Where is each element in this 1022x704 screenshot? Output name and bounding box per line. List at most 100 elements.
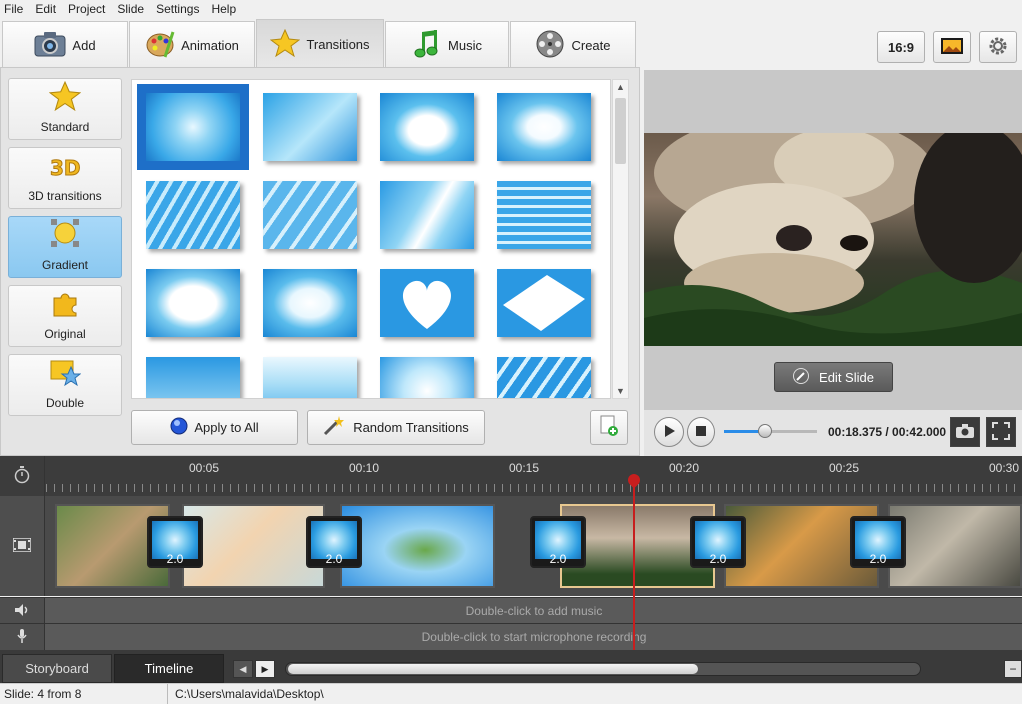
transition-light-beam[interactable] [380,181,474,249]
scroll-right-button[interactable]: ▶ [255,660,275,678]
tab-transitions[interactable]: Transitions [256,19,384,69]
menu-project[interactable]: Project [68,2,105,16]
transition-clouds-bottom[interactable] [146,357,240,398]
add-transition-button[interactable] [590,410,628,445]
ruler-label: 00:20 [669,461,700,475]
tab-create[interactable]: Create [510,21,636,68]
ruler-label: 00:10 [349,461,380,475]
storyboard-tab[interactable]: Storyboard [2,654,112,683]
tab-music-label: Music [448,37,482,53]
transition-marker[interactable]: 2.0 [306,516,362,568]
category-3d[interactable]: 3D 3D transitions [8,147,122,209]
palette-icon [145,30,175,61]
edit-slide-button[interactable]: Edit Slide [774,362,893,392]
category-3d-label: 3D transitions [28,189,102,203]
transition-duration: 2.0 [709,552,727,566]
random-transitions-button[interactable]: Random Transitions [307,410,485,445]
timeline-scroll-thumb[interactable] [288,664,698,674]
tab-transitions-label: Transitions [306,37,370,52]
menu-help[interactable]: Help [211,2,236,16]
slide-2[interactable] [182,504,325,588]
tab-add[interactable]: Add [2,21,128,68]
category-standard-label: Standard [40,120,90,134]
transition-diamond[interactable] [497,269,591,337]
play-button[interactable] [654,417,684,447]
transition-streaks[interactable] [497,357,591,398]
transition-stripes-diagonal[interactable] [146,181,240,249]
timeline-tab[interactable]: Timeline [114,654,224,683]
timeline-scrollbar[interactable] [285,662,921,676]
scroll-down-icon[interactable]: ▼ [616,386,625,396]
category-standard[interactable]: Standard [8,78,122,140]
aspect-ratio-button[interactable]: 16:9 [877,31,925,63]
svg-text:3D: 3D [50,156,81,180]
playhead[interactable] [633,480,635,650]
transition-duration: 2.0 [166,552,184,566]
edit-slide-label: Edit Slide [819,369,874,385]
pencil-icon [793,367,810,387]
category-gradient-label: Gradient [41,258,89,272]
ruler-label: 00:05 [189,461,220,475]
grid-scrollbar[interactable]: ▲ ▼ [612,79,629,399]
transition-cloud[interactable] [380,93,474,161]
scroll-thumb[interactable] [615,98,626,164]
transition-marker[interactable]: 2.0 [147,516,203,568]
transition-stripes-horizontal[interactable] [497,181,591,249]
transition-oval[interactable] [146,269,240,337]
transition-stripes-wide[interactable] [263,181,357,249]
slide-count: Slide: 4 from 8 [4,687,82,701]
seek-track[interactable] [724,424,817,438]
apply-to-all-button[interactable]: Apply to All [131,410,298,445]
transition-duration: 2.0 [549,552,567,566]
tab-animation[interactable]: Animation [129,21,255,68]
microphone-track[interactable]: Double-click to start microphone recordi… [0,623,1022,651]
slide-6[interactable] [888,504,1022,588]
speaker-icon [15,603,29,619]
category-double[interactable]: Double [8,354,122,416]
transition-marker[interactable]: 2.0 [530,516,586,568]
transitions-grid [131,79,611,399]
music-track-header [0,598,45,624]
zoom-out-button[interactable]: − [1004,660,1022,678]
gradient-icon [49,217,81,252]
transition-burst[interactable] [497,93,591,161]
scroll-up-icon[interactable]: ▲ [616,82,625,92]
category-original[interactable]: Original [8,285,122,347]
transition-marker[interactable]: 2.0 [690,516,746,568]
play-icon [663,424,675,440]
transition-heart[interactable] [380,269,474,337]
music-note-icon [412,29,442,62]
menu-settings[interactable]: Settings [156,2,199,16]
transition-oval-soft[interactable] [263,269,357,337]
menu-slide[interactable]: Slide [117,2,144,16]
scroll-left-button[interactable]: ◀ [233,660,253,678]
transition-sparkle[interactable] [263,93,357,161]
fullscreen-button[interactable] [986,417,1016,447]
transition-duration: 2.0 [869,552,887,566]
transition-swirl[interactable] [137,84,249,170]
project-path: C:\Users\malavida\Desktop\ [175,687,324,701]
background-button[interactable] [933,31,971,63]
mic-hint: Double-click to start microphone recordi… [421,630,647,644]
camera-icon [34,31,66,60]
transition-dots-wave[interactable] [263,357,357,398]
transition-duration: 2.0 [325,552,343,566]
add-page-icon [599,415,619,440]
transition-marker[interactable]: 2.0 [850,516,906,568]
timeline-ruler[interactable]: 00:05 00:10 00:15 00:20 00:25 00:30 [0,456,1022,496]
stop-button[interactable] [687,417,715,447]
ruler-label: 00:25 [829,461,860,475]
tab-create-label: Create [571,37,611,53]
seek-handle[interactable] [757,424,772,438]
stop-icon [696,425,706,439]
menu-edit[interactable]: Edit [35,2,56,16]
music-track[interactable]: Double-click to add music [0,597,1022,624]
tab-music[interactable]: Music [385,21,509,68]
category-gradient[interactable]: Gradient [8,216,122,278]
transition-rect-zoom[interactable] [380,357,474,398]
menu-file[interactable]: File [4,2,23,16]
slide-3[interactable] [340,504,495,588]
category-double-label: Double [45,396,85,410]
settings-button[interactable] [979,31,1017,63]
snapshot-button[interactable] [950,417,980,447]
